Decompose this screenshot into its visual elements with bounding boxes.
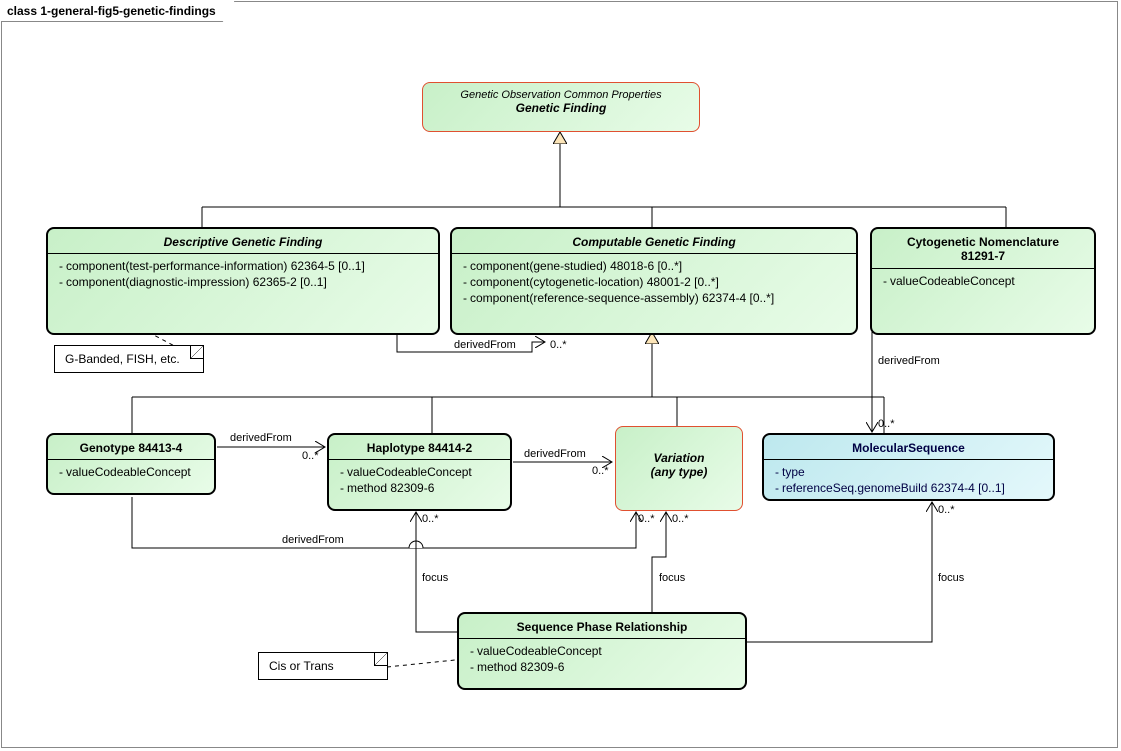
label-focus-1: focus bbox=[422, 572, 448, 584]
class-computable-genetic-finding: Computable Genetic Finding -component(ge… bbox=[450, 227, 858, 335]
label-mult-3: 0..* bbox=[302, 450, 319, 462]
variation-title-2: (any type) bbox=[620, 465, 738, 479]
label-mult-8: 0..* bbox=[938, 504, 955, 516]
cytogenetic-attr-1: -valueCodeableConcept bbox=[880, 273, 1086, 289]
frame-title: class 1-general-fig5-genetic-findings bbox=[1, 1, 235, 22]
note-gbanded: G-Banded, FISH, etc. bbox=[54, 345, 204, 373]
seqphase-title: Sequence Phase Relationship bbox=[459, 614, 745, 639]
class-haplotype: Haplotype 84414-2 -valueCodeableConcept … bbox=[327, 433, 512, 511]
class-genotype: Genotype 84413-4 -valueCodeableConcept bbox=[46, 433, 216, 495]
class-sequence-phase-relationship: Sequence Phase Relationship -valueCodeab… bbox=[457, 612, 747, 690]
seqphase-attr-1: -valueCodeableConcept bbox=[467, 643, 737, 659]
genotype-title: Genotype 84413-4 bbox=[48, 435, 214, 460]
haplotype-attr-2: -method 82309-6 bbox=[337, 480, 502, 496]
note-cistrans: Cis or Trans bbox=[258, 652, 388, 680]
descriptive-attr-2: -component(diagnostic-impression) 62365-… bbox=[56, 274, 430, 290]
class-variation: Variation (any type) bbox=[615, 426, 743, 511]
genetic-finding-title: Genetic Finding bbox=[429, 101, 693, 115]
label-derivedfrom-1: derivedFrom bbox=[454, 339, 516, 351]
label-derivedfrom-5: derivedFrom bbox=[282, 534, 344, 546]
label-mult-4: 0..* bbox=[592, 465, 609, 477]
class-genetic-finding: Genetic Observation Common Properties Ge… bbox=[422, 82, 700, 132]
label-derivedfrom-3: derivedFrom bbox=[230, 432, 292, 444]
descriptive-title: Descriptive Genetic Finding bbox=[48, 229, 438, 254]
seqphase-attr-2: -method 82309-6 bbox=[467, 659, 737, 675]
label-derivedfrom-2: derivedFrom bbox=[878, 355, 940, 367]
computable-attr-2: -component(cytogenetic-location) 48001-2… bbox=[460, 274, 848, 290]
label-focus-2: focus bbox=[659, 572, 685, 584]
label-mult-5: 0..* bbox=[638, 513, 655, 525]
molseq-attr-1: -type bbox=[772, 464, 1045, 480]
molseq-attr-2: -referenceSeq.genomeBuild 62374-4 [0..1] bbox=[772, 480, 1045, 496]
variation-title-1: Variation bbox=[620, 451, 738, 465]
label-mult-2: 0..* bbox=[878, 418, 895, 430]
computable-attr-3: -component(reference-sequence-assembly) … bbox=[460, 290, 848, 306]
label-mult-6: 0..* bbox=[422, 513, 439, 525]
label-mult-1: 0..* bbox=[550, 339, 567, 351]
class-cytogenetic-nomenclature: Cytogenetic Nomenclature 81291-7 -valueC… bbox=[870, 227, 1096, 335]
molseq-title: MolecularSequence bbox=[764, 435, 1053, 460]
genotype-attr-1: -valueCodeableConcept bbox=[56, 464, 206, 480]
diagram-frame: class 1-general-fig5-genetic-findings bbox=[1, 1, 1118, 748]
label-derivedfrom-4: derivedFrom bbox=[524, 448, 586, 460]
class-molecular-sequence: MolecularSequence -type -referenceSeq.ge… bbox=[762, 433, 1055, 501]
label-focus-3: focus bbox=[938, 572, 964, 584]
haplotype-attr-1: -valueCodeableConcept bbox=[337, 464, 502, 480]
genetic-finding-subtitle: Genetic Observation Common Properties bbox=[429, 89, 693, 101]
haplotype-title: Haplotype 84414-2 bbox=[329, 435, 510, 460]
label-mult-7: 0..* bbox=[672, 513, 689, 525]
cytogenetic-title-1: Cytogenetic Nomenclature bbox=[878, 235, 1088, 249]
computable-attr-1: -component(gene-studied) 48018-6 [0..*] bbox=[460, 258, 848, 274]
descriptive-attr-1: -component(test-performance-information)… bbox=[56, 258, 430, 274]
class-descriptive-genetic-finding: Descriptive Genetic Finding -component(t… bbox=[46, 227, 440, 335]
computable-title: Computable Genetic Finding bbox=[452, 229, 856, 254]
cytogenetic-title-2: 81291-7 bbox=[878, 249, 1088, 263]
